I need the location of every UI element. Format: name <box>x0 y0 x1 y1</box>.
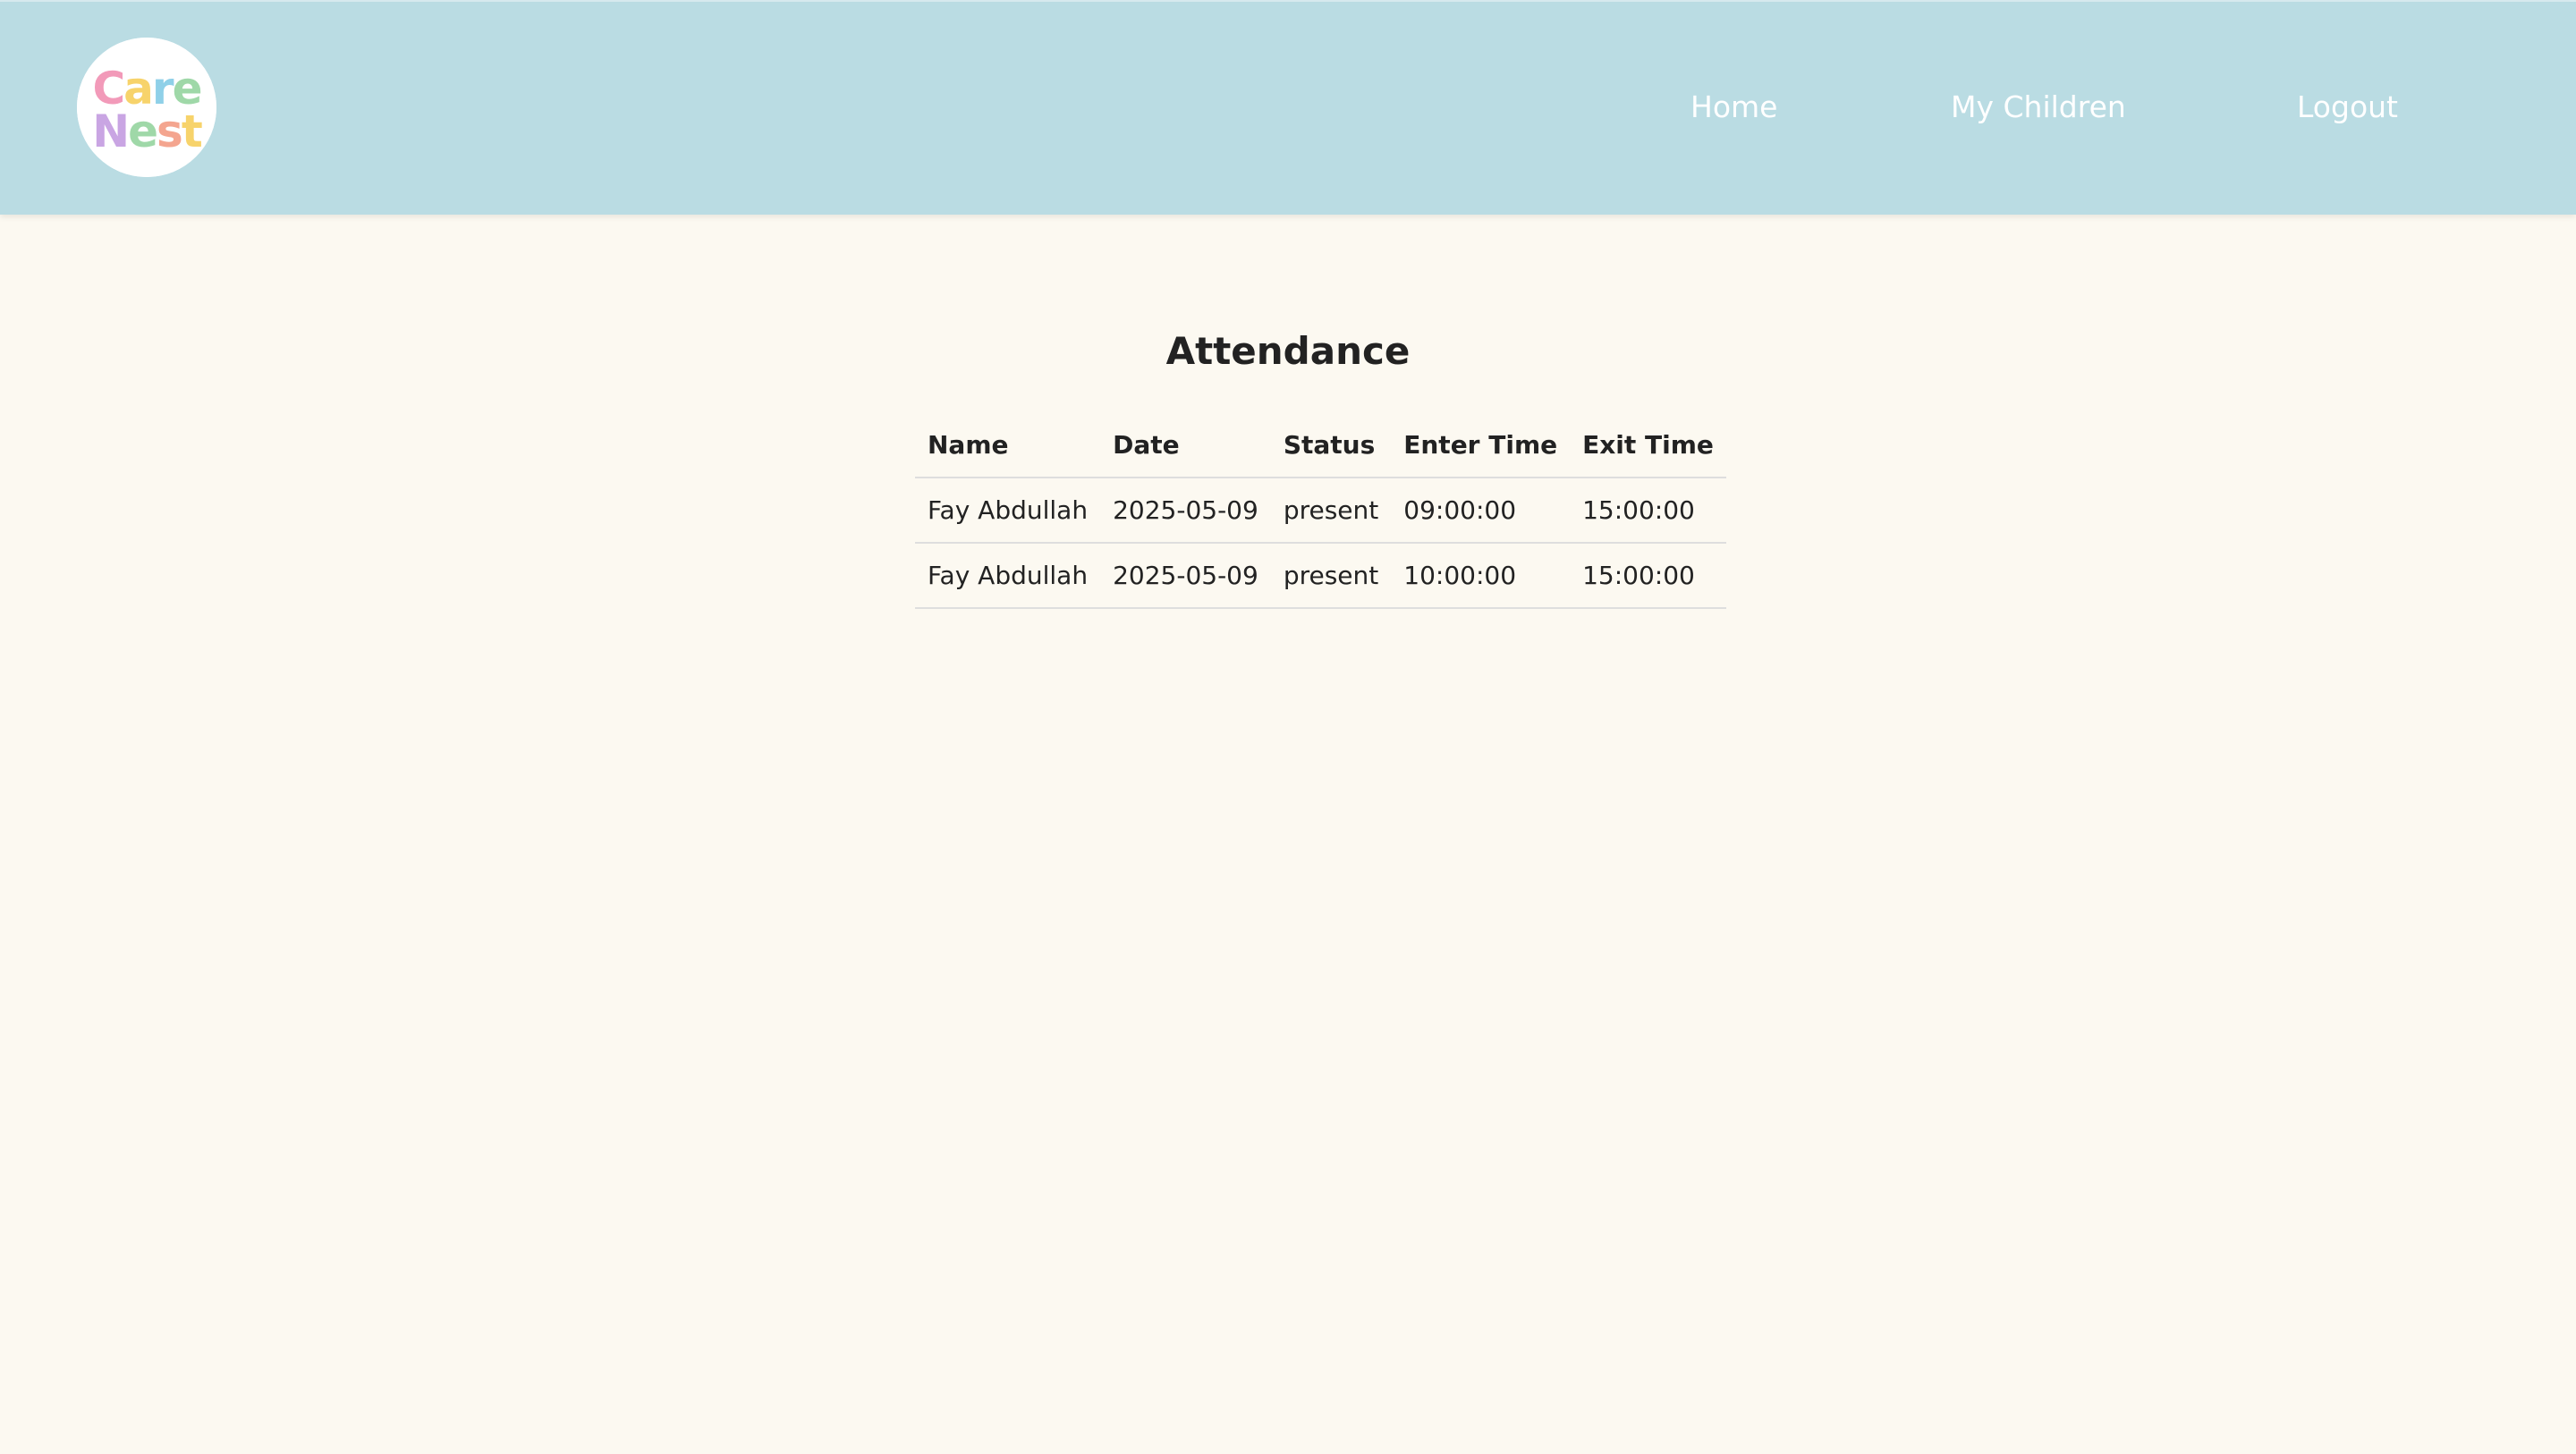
cell-enter-time: 10:00:00 <box>1391 543 1571 609</box>
svg-text:Nest: Nest <box>92 106 202 157</box>
cell-enter-time: 09:00:00 <box>1391 478 1571 544</box>
table-row: Fay Abdullah 2025-05-09 present 10:00:00… <box>915 543 1726 609</box>
cell-exit-time: 15:00:00 <box>1570 478 1726 544</box>
attendance-table: Name Date Status Enter Time Exit Time Fa… <box>915 413 1726 609</box>
column-header-date: Date <box>1100 413 1271 478</box>
logo-badge: Care Nest <box>77 38 216 177</box>
top-navbar: Care Nest Home My Children Logout <box>0 0 2576 215</box>
column-header-name: Name <box>915 413 1101 478</box>
cell-date: 2025-05-09 <box>1100 478 1271 544</box>
nav-home-link[interactable]: Home <box>1690 89 1777 124</box>
cell-exit-time: 15:00:00 <box>1570 543 1726 609</box>
logo-letter: t <box>182 106 202 157</box>
carenest-logo[interactable]: Care Nest <box>77 38 216 177</box>
logo-letter: s <box>157 106 182 157</box>
logo-letter: e <box>128 106 157 157</box>
cell-name: Fay Abdullah <box>915 478 1101 544</box>
column-header-exit-time: Exit Time <box>1570 413 1726 478</box>
cell-status: present <box>1270 478 1392 544</box>
column-header-enter-time: Enter Time <box>1391 413 1571 478</box>
nav-logout-link[interactable]: Logout <box>2297 89 2398 124</box>
page-title: Attendance <box>1165 329 1411 373</box>
table-header-row: Name Date Status Enter Time Exit Time <box>915 413 1726 478</box>
nav-my-children-link[interactable]: My Children <box>1951 89 2126 124</box>
column-header-status: Status <box>1270 413 1392 478</box>
cell-date: 2025-05-09 <box>1100 543 1271 609</box>
table-row: Fay Abdullah 2025-05-09 present 09:00:00… <box>915 478 1726 544</box>
cell-status: present <box>1270 543 1392 609</box>
cell-name: Fay Abdullah <box>915 543 1101 609</box>
logo-letter: N <box>92 106 128 157</box>
